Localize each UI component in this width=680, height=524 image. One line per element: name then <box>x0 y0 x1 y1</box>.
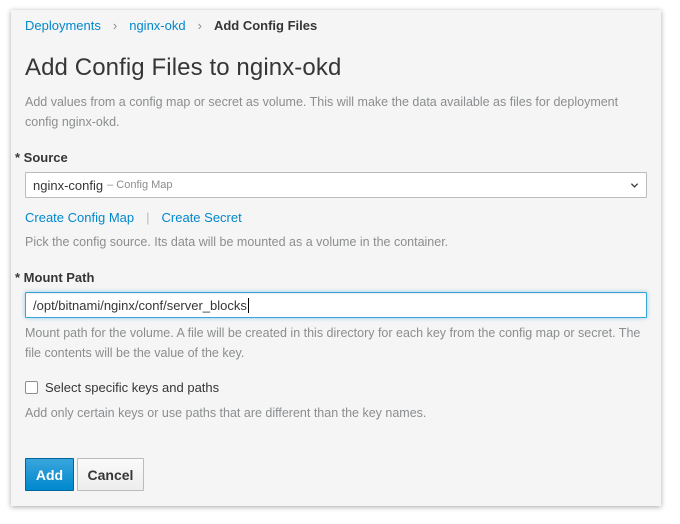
breadcrumb-separator-icon: › <box>112 18 118 33</box>
add-button[interactable]: Add <box>25 458 74 491</box>
source-label: * Source <box>15 150 68 165</box>
source-help: Pick the config source. Its data will be… <box>25 235 449 249</box>
link-divider: | <box>146 210 150 225</box>
create-secret-link[interactable]: Create Secret <box>162 210 242 225</box>
form-card: Deployments › nginx-okd › Add Config Fil… <box>11 10 661 506</box>
select-keys-label: Select specific keys and paths <box>45 380 220 395</box>
page-description: Add values from a config map or secret a… <box>25 95 619 129</box>
source-selected-type: – Config Map <box>107 179 173 191</box>
chevron-down-icon <box>630 183 639 188</box>
mount-path-label: * Mount Path <box>15 270 95 285</box>
select-keys-checkbox[interactable] <box>25 381 38 394</box>
source-selected-value: nginx-config <box>33 177 104 193</box>
create-config-map-link[interactable]: Create Config Map <box>25 210 134 225</box>
keys-help: Add only certain keys or use paths that … <box>25 406 427 420</box>
breadcrumb-deployments[interactable]: Deployments <box>25 18 101 33</box>
page-title: Add Config Files to nginx-okd <box>25 54 342 81</box>
source-select[interactable]: nginx-config – Config Map <box>25 172 647 198</box>
select-keys-option[interactable]: Select specific keys and paths <box>25 380 219 395</box>
breadcrumb-current: Add Config Files <box>213 18 318 33</box>
mount-path-input[interactable]: /opt/bitnami/nginx/conf/server_blocks <box>25 292 647 318</box>
breadcrumb-nginx-okd[interactable]: nginx-okd <box>129 18 185 33</box>
mount-path-help: Mount path for the volume. A file will b… <box>25 326 641 360</box>
text-caret <box>247 297 249 313</box>
source-links: Create Config Map | Create Secret <box>25 210 242 225</box>
breadcrumb-separator-icon: › <box>197 18 202 33</box>
cancel-button[interactable]: Cancel <box>77 458 144 491</box>
breadcrumb: Deployments › nginx-okd › Add Config Fil… <box>25 18 317 33</box>
mount-path-value: /opt/bitnami/nginx/conf/server_blocks <box>33 297 247 313</box>
